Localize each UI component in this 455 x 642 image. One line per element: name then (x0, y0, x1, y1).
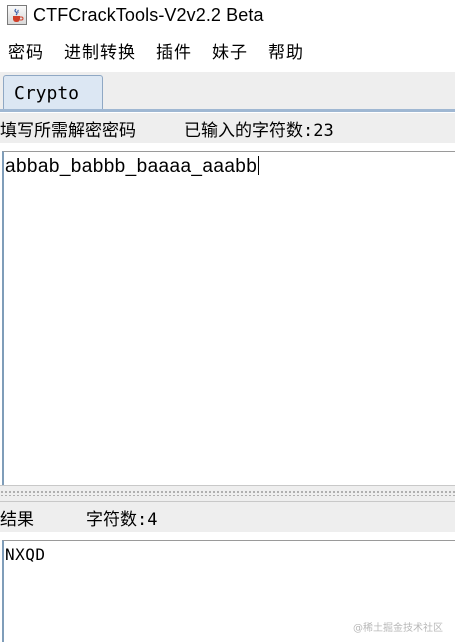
watermark: @稀土掘金技术社区 (353, 623, 443, 634)
menu-sister[interactable]: 妹子 (212, 38, 248, 63)
input-label-row: 填写所需解密密码 已输入的字符数:23 (0, 113, 455, 143)
tab-strip: Crypto (0, 72, 455, 112)
menu-crypto[interactable]: 密码 (8, 38, 44, 63)
window-title: CTFCrackTools-V2v2.2 Beta (33, 4, 264, 25)
input-label: 填写所需解密密码 (0, 120, 136, 141)
input-char-count: 已输入的字符数:23 (184, 120, 334, 141)
split-pane-divider[interactable] (0, 485, 455, 502)
result-label-row: 结果 字符数:4 (0, 502, 455, 532)
java-cup-icon (7, 5, 27, 25)
title-bar: CTFCrackTools-V2v2.2 Beta (0, 0, 455, 30)
result-char-count: 字符数:4 (86, 509, 158, 530)
divider-grip (0, 490, 455, 496)
result-output-text: NXQD (5, 545, 46, 564)
result-label: 结果 (0, 509, 34, 530)
menu-base-conversion[interactable]: 进制转换 (64, 38, 136, 63)
menu-help[interactable]: 帮助 (268, 38, 304, 63)
menu-plugins[interactable]: 插件 (156, 38, 192, 63)
text-caret (258, 156, 260, 175)
cipher-input-textarea[interactable]: abbab_babbb_baaaa_aaabb (2, 151, 455, 485)
menu-bar: 密码 进制转换 插件 妹子 帮助 (0, 32, 455, 68)
cipher-input-text: abbab_babbb_baaaa_aaabb (5, 156, 258, 177)
tab-crypto[interactable]: Crypto (3, 75, 103, 112)
tab-underline (0, 109, 455, 112)
